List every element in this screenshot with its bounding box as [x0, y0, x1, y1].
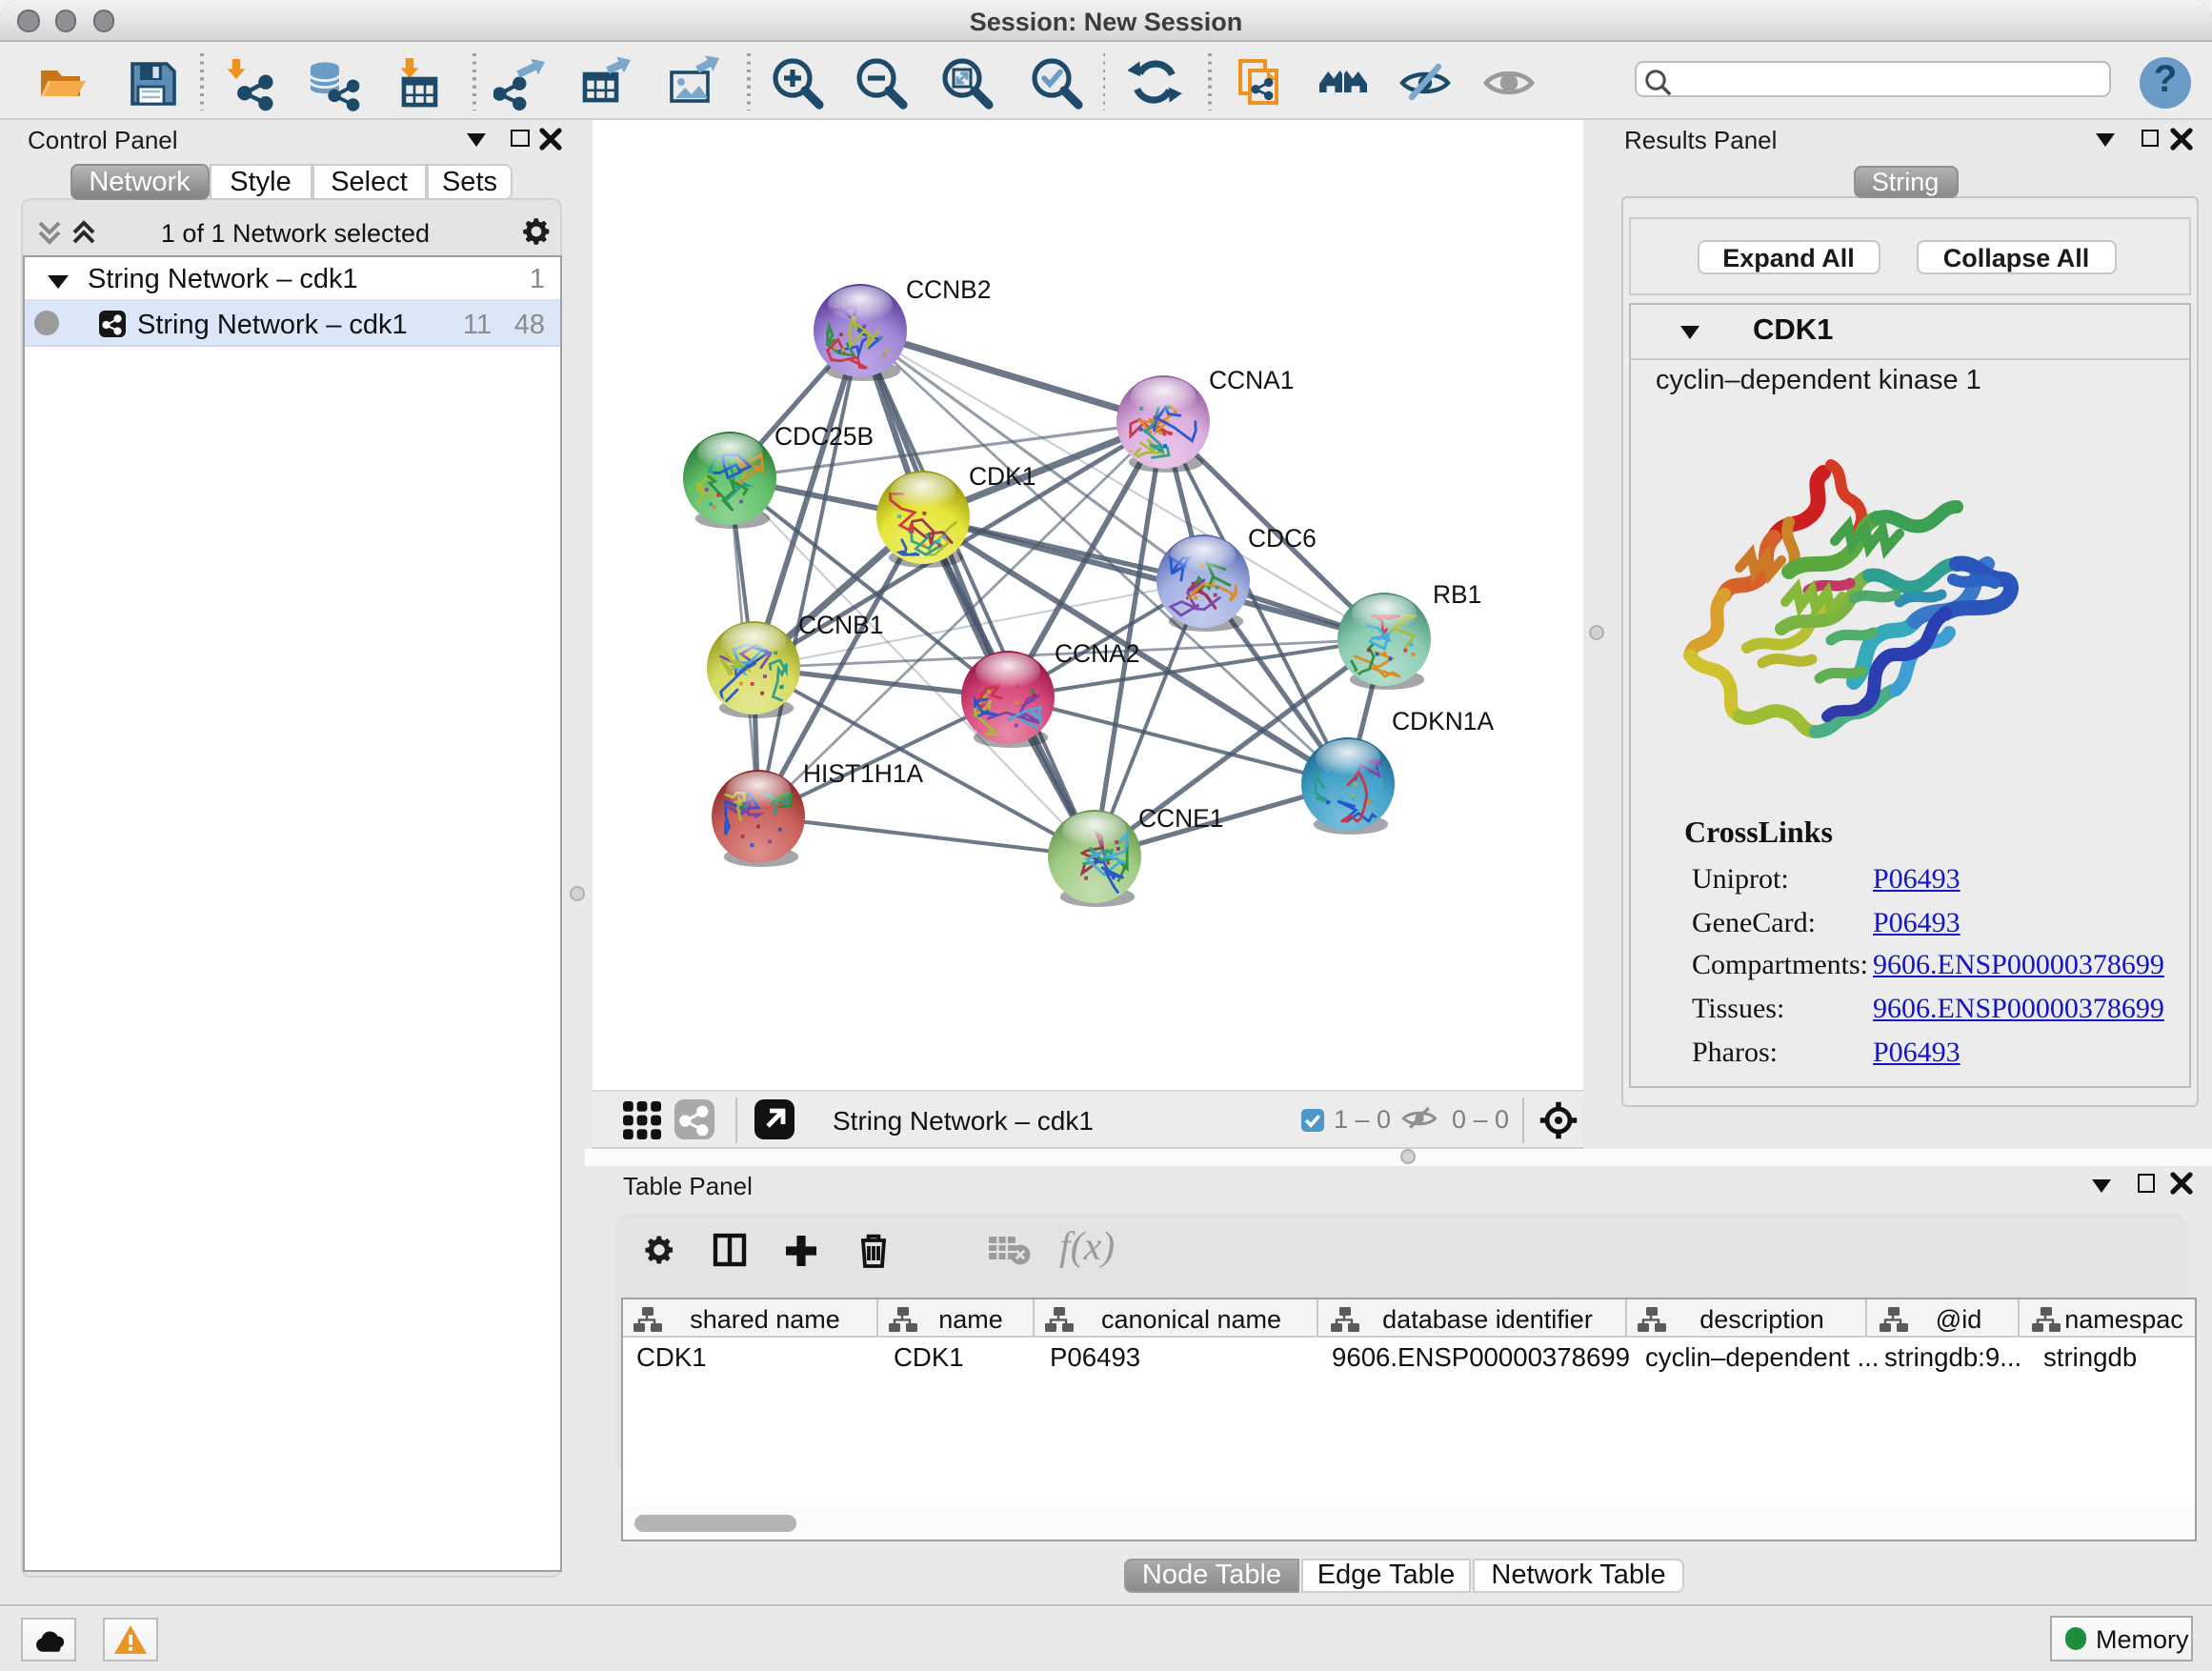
svg-text:CCNB2: CCNB2 [906, 275, 991, 304]
svg-text:CCNA1: CCNA1 [1209, 366, 1294, 394]
svg-text:RB1: RB1 [1433, 580, 1481, 609]
svg-text:CDC25B: CDC25B [774, 422, 874, 451]
svg-text:CDK1: CDK1 [969, 462, 1036, 491]
svg-text:CCNE1: CCNE1 [1138, 804, 1223, 833]
svg-text:HIST1H1A: HIST1H1A [803, 759, 924, 788]
svg-text:CCNB1: CCNB1 [798, 611, 883, 639]
svg-text:CDKN1A: CDKN1A [1392, 707, 1494, 735]
svg-text:CCNA2: CCNA2 [1055, 639, 1139, 668]
svg-text:CDC6: CDC6 [1248, 524, 1317, 553]
